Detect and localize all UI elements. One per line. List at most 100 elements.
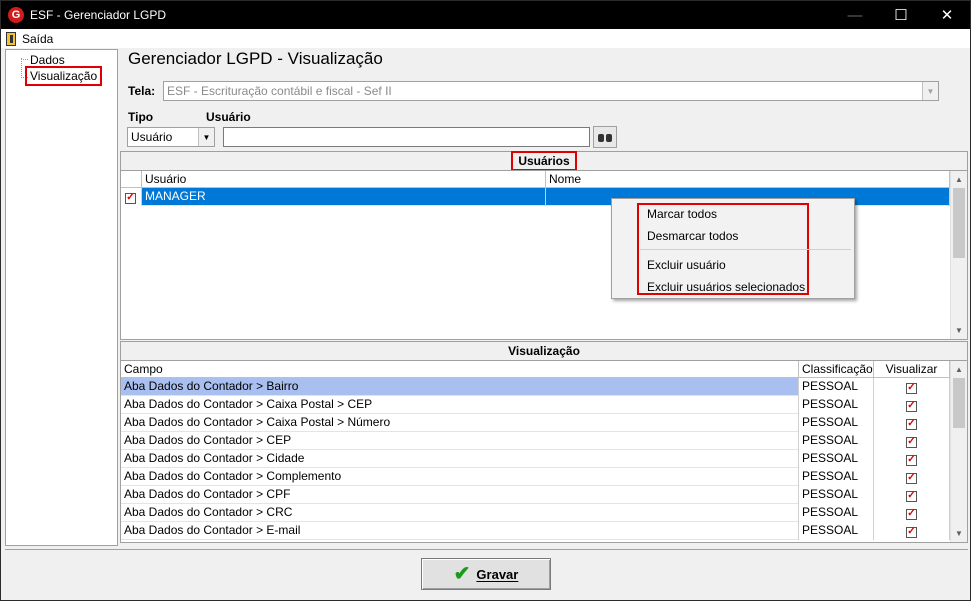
cell-classificacao: PESSOAL: [799, 504, 874, 522]
usuario-label: Usuário: [206, 110, 251, 124]
title-bar: G ESF - Gerenciador LGPD — ☐ ✕: [1, 1, 970, 29]
cell-classificacao: PESSOAL: [799, 468, 874, 486]
tipo-label: Tipo: [128, 110, 154, 124]
scroll-up-icon[interactable]: ▲: [951, 171, 967, 188]
cell-classificacao: PESSOAL: [799, 378, 874, 396]
menu-exit[interactable]: Saída: [6, 31, 54, 46]
cell-visualizar[interactable]: ✓: [874, 378, 950, 396]
tree-item-visualizacao[interactable]: Visualização: [25, 66, 103, 86]
close-button[interactable]: ✕: [924, 1, 970, 29]
visualizacao-section-header: Visualização: [120, 341, 968, 361]
window-controls: — ☐ ✕: [832, 1, 970, 29]
binoculars-icon: [598, 132, 612, 142]
table-row[interactable]: Aba Dados do Contador > CRC PESSOAL ✓: [121, 504, 950, 522]
cell-visualizar[interactable]: ✓: [874, 522, 950, 540]
navigation-tree: Dados Visualização: [5, 49, 118, 546]
minimize-button[interactable]: —: [832, 1, 878, 29]
table-row[interactable]: Aba Dados do Contador > Caixa Postal > C…: [121, 396, 950, 414]
checkbox-icon: ✓: [906, 490, 917, 502]
row-checkbox[interactable]: ✓: [121, 188, 142, 206]
cell-classificacao: PESSOAL: [799, 432, 874, 450]
cell-campo: Aba Dados do Contador > CPF: [121, 486, 799, 504]
menu-separator: [640, 249, 851, 250]
scroll-thumb[interactable]: [953, 188, 965, 258]
cell-classificacao: PESSOAL: [799, 522, 874, 540]
checkbox-icon: ✓: [906, 454, 917, 466]
column-header-campo[interactable]: Campo: [121, 361, 799, 378]
checkmark-icon: ✔: [453, 563, 471, 585]
table-row[interactable]: Aba Dados do Contador > E-mail PESSOAL ✓: [121, 522, 950, 540]
cell-usuario: MANAGER: [142, 188, 546, 206]
checkbox-icon: ✓: [906, 382, 917, 394]
checkmark-icon: ✓: [125, 192, 136, 204]
usuario-input[interactable]: [223, 127, 590, 147]
context-menu: Marcar todos Desmarcar todos Excluir usu…: [611, 198, 855, 299]
checkbox-icon: ✓: [906, 400, 917, 412]
column-header-classificacao[interactable]: Classificação: [799, 361, 874, 378]
usuarios-section-title: Usuários: [511, 151, 577, 171]
tela-label: Tela:: [128, 84, 156, 98]
usuarios-grid-header: Usuário Nome: [121, 171, 950, 188]
table-row[interactable]: Aba Dados do Contador > Cidade PESSOAL ✓: [121, 450, 950, 468]
menu-exit-label: Saída: [22, 31, 54, 46]
cell-campo: Aba Dados do Contador > E-mail: [121, 522, 799, 540]
visualizacao-grid: Campo Classificação Visualizar Aba Dados…: [120, 360, 968, 543]
tela-select[interactable]: ESF - Escrituração contábil e fiscal - S…: [163, 81, 939, 101]
chevron-down-icon: ▼: [198, 128, 214, 146]
cell-campo: Aba Dados do Contador > Caixa Postal > N…: [121, 414, 799, 432]
window-title: ESF - Gerenciador LGPD: [30, 8, 167, 22]
header-check-column: [121, 171, 142, 188]
door-exit-icon: [6, 31, 16, 46]
tipo-select[interactable]: Usuário ▼: [127, 127, 215, 147]
tree-connector: [21, 59, 28, 60]
save-button-label: Gravar: [476, 566, 519, 582]
cell-visualizar[interactable]: ✓: [874, 432, 950, 450]
table-row[interactable]: Aba Dados do Contador > Caixa Postal > N…: [121, 414, 950, 432]
tree-connector: [21, 58, 22, 78]
chevron-down-icon: ▼: [922, 82, 938, 100]
scroll-thumb[interactable]: [953, 378, 965, 428]
menu-item-desmarcar-todos[interactable]: Desmarcar todos: [647, 229, 738, 243]
cell-visualizar[interactable]: ✓: [874, 396, 950, 414]
tree-item-dados[interactable]: Dados: [30, 53, 65, 67]
column-header-usuario[interactable]: Usuário: [142, 171, 546, 188]
cell-visualizar[interactable]: ✓: [874, 486, 950, 504]
menu-item-excluir-selecionados[interactable]: Excluir usuários selecionados: [647, 280, 805, 294]
scroll-up-icon[interactable]: ▲: [951, 361, 967, 378]
cell-campo: Aba Dados do Contador > Bairro: [121, 378, 799, 396]
menu-item-excluir-usuario[interactable]: Excluir usuário: [647, 258, 726, 272]
table-row[interactable]: Aba Dados do Contador > CPF PESSOAL ✓: [121, 486, 950, 504]
cell-campo: Aba Dados do Contador > CEP: [121, 432, 799, 450]
checkbox-icon: ✓: [906, 526, 917, 538]
cell-classificacao: PESSOAL: [799, 486, 874, 504]
cell-visualizar[interactable]: ✓: [874, 414, 950, 432]
checkbox-icon: ✓: [906, 472, 917, 484]
search-user-button[interactable]: [593, 126, 617, 148]
visualizacao-section-title: Visualização: [508, 344, 580, 358]
cell-campo: Aba Dados do Contador > Complemento: [121, 468, 799, 486]
cell-visualizar[interactable]: ✓: [874, 450, 950, 468]
table-row[interactable]: Aba Dados do Contador > Bairro PESSOAL ✓: [121, 378, 950, 396]
cell-visualizar[interactable]: ✓: [874, 468, 950, 486]
maximize-button[interactable]: ☐: [878, 1, 924, 29]
main-window: G ESF - Gerenciador LGPD — ☐ ✕ Saída Dad…: [0, 0, 971, 601]
scroll-down-icon[interactable]: ▼: [951, 322, 967, 339]
scroll-down-icon[interactable]: ▼: [951, 525, 967, 542]
save-button[interactable]: ✔ Gravar: [421, 558, 551, 590]
menu-item-marcar-todos[interactable]: Marcar todos: [647, 207, 717, 221]
cell-campo: Aba Dados do Contador > Caixa Postal > C…: [121, 396, 799, 414]
cell-classificacao: PESSOAL: [799, 396, 874, 414]
table-row[interactable]: Aba Dados do Contador > CEP PESSOAL ✓: [121, 432, 950, 450]
checkbox-icon: ✓: [906, 436, 917, 448]
column-header-visualizar[interactable]: Visualizar: [874, 361, 950, 378]
column-header-nome[interactable]: Nome: [546, 171, 950, 188]
table-row[interactable]: Aba Dados do Contador > Complemento PESSO…: [121, 468, 950, 486]
usuarios-scrollbar[interactable]: ▲ ▼: [950, 171, 967, 339]
cell-classificacao: PESSOAL: [799, 450, 874, 468]
visualizacao-scrollbar[interactable]: ▲ ▼: [950, 361, 967, 542]
tipo-select-value: Usuário: [131, 130, 173, 144]
page-title: Gerenciador LGPD - Visualização: [128, 49, 383, 68]
cell-visualizar[interactable]: ✓: [874, 504, 950, 522]
menu-bar: Saída: [1, 29, 970, 48]
cell-campo: Aba Dados do Contador > Cidade: [121, 450, 799, 468]
